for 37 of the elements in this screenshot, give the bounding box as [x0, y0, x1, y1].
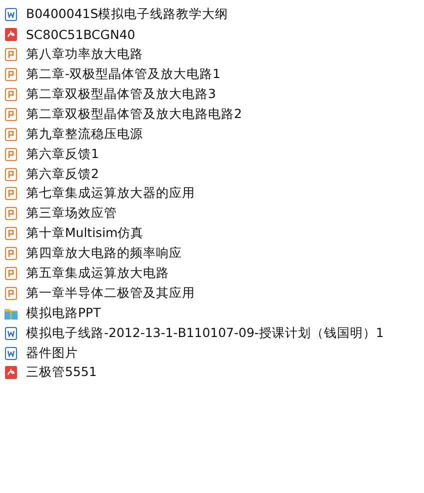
presentation-document-icon	[4, 166, 18, 182]
file-name[interactable]: 第三章场效应管	[26, 205, 117, 222]
file-name[interactable]: 第六章反馈1	[26, 146, 99, 163]
presentation-document-icon	[4, 246, 18, 262]
file-name[interactable]: 第八章功率放大电路	[26, 46, 143, 64]
presentation-document-icon	[4, 146, 18, 162]
file-name[interactable]: 器件图片	[26, 344, 78, 362]
file-name[interactable]: 第二章双极型晶体管及放大电路电路2	[26, 106, 242, 123]
file-name[interactable]: 第二章双极型晶体管及放大电路3	[26, 86, 216, 103]
presentation-document-icon	[4, 47, 18, 62]
file-name[interactable]: 第九章整流稳压电源	[26, 126, 143, 143]
file-name[interactable]: B0400041S模拟电子线路教学大纲	[26, 6, 228, 24]
pdf-document-icon	[4, 365, 18, 380]
presentation-document-icon	[4, 87, 18, 102]
pdf-document-icon	[4, 27, 18, 42]
file-name[interactable]: 第六章反馈2	[26, 166, 99, 183]
file-name[interactable]: SC80C51BCGN40	[26, 27, 136, 42]
file-name[interactable]: 模拟电子线路-2012-13-1-B110107-09-授课计划（钱国明）1	[26, 324, 384, 342]
presentation-document-icon	[4, 126, 18, 142]
file-name[interactable]: 模拟电路PPT	[26, 304, 101, 322]
presentation-document-icon	[4, 106, 18, 122]
presentation-document-icon	[4, 286, 18, 301]
word-document-icon	[4, 326, 18, 341]
presentation-document-icon	[4, 226, 18, 242]
word-document-icon	[4, 346, 18, 361]
file-name[interactable]: 第一章半导体二极管及其应用	[26, 284, 195, 302]
presentation-document-icon	[4, 206, 18, 222]
file-name[interactable]: 三极管5551	[26, 364, 97, 382]
file-name[interactable]: 第二章-双极型晶体管及放大电路1	[26, 66, 220, 84]
word-document-icon	[4, 7, 18, 22]
file-name[interactable]: 第十章Multisim仿真	[26, 225, 144, 242]
presentation-document-icon	[4, 266, 18, 282]
presentation-document-icon	[4, 186, 18, 202]
file-name[interactable]: 第四章放大电路的频率响应	[26, 245, 182, 262]
file-name[interactable]: 第七章集成运算放大器的应用	[26, 185, 195, 202]
file-name[interactable]: 第五章集成运算放大电路	[26, 265, 169, 282]
presentation-document-icon	[4, 67, 18, 82]
